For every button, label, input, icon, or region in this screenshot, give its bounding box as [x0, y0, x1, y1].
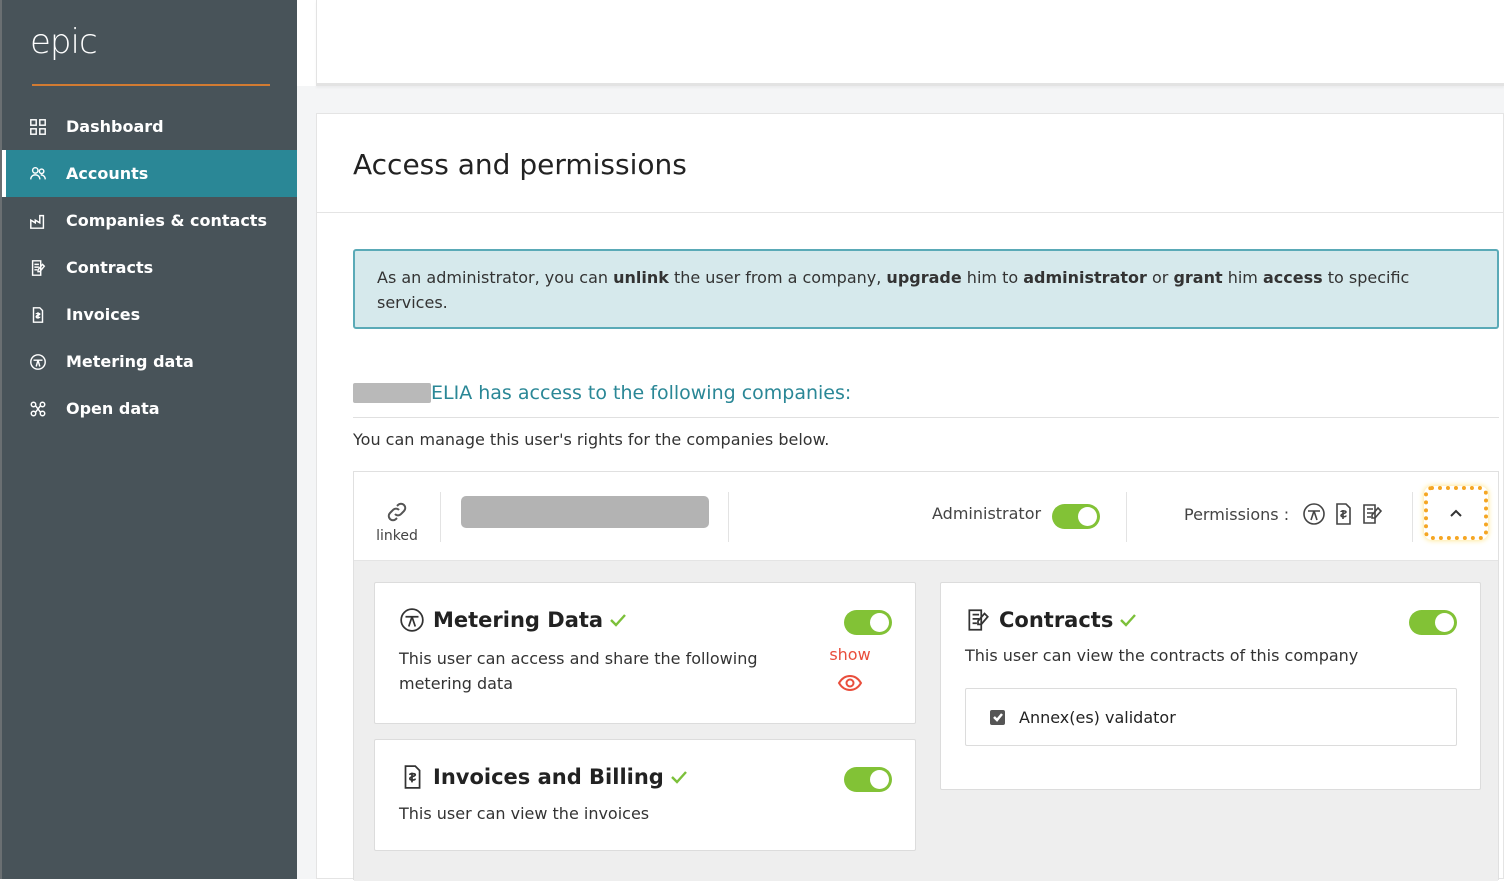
services-area: Metering Data This user can access and s…	[354, 561, 1498, 881]
page-title: Access and permissions	[353, 148, 687, 181]
info-keyword: unlink	[613, 268, 669, 287]
annex-label: Annex(es) validator	[1019, 707, 1176, 727]
contract-icon	[28, 258, 48, 278]
link-icon	[387, 502, 407, 522]
invoices-toggle[interactable]	[844, 767, 892, 792]
linked-status[interactable]: linked	[372, 500, 422, 544]
metering-toggle[interactable]	[844, 610, 892, 635]
sidebar-item-label: Open data	[66, 399, 160, 418]
sidebar-item-companies[interactable]: Companies & contacts	[2, 197, 299, 244]
sidebar-item-label: Metering data	[66, 352, 194, 371]
companies-heading-text: ELIA has access to the following compani…	[431, 382, 852, 404]
linked-label: linked	[376, 528, 418, 544]
header-separator	[1412, 492, 1413, 542]
show-button[interactable]: show	[825, 645, 875, 696]
service-title: Metering Data	[399, 607, 629, 633]
service-description: This user can view the contracts of this…	[965, 646, 1359, 665]
info-keyword: administrator	[1023, 268, 1147, 287]
network-icon	[28, 399, 48, 419]
service-title-text: Invoices and Billing	[433, 765, 664, 789]
eye-icon	[837, 674, 863, 692]
section-divider	[353, 417, 1499, 418]
permissions-card: Access and permissions As an administrat…	[316, 113, 1504, 881]
redacted-username	[353, 383, 431, 403]
info-text: or	[1146, 268, 1174, 287]
company-header: linked Administrator Permissions :	[354, 472, 1498, 561]
administrator-toggle[interactable]	[1052, 504, 1100, 529]
show-label: show	[829, 645, 871, 664]
info-text: the user from a company,	[668, 268, 887, 287]
sidebar-item-dashboard[interactable]: Dashboard	[2, 103, 299, 150]
annex-validator-option[interactable]: Annex(es) validator	[965, 688, 1457, 746]
sidebar-item-invoices[interactable]: Invoices	[2, 291, 299, 338]
sidebar-item-contracts[interactable]: Contracts	[2, 244, 299, 291]
service-description: This user can access and share the follo…	[399, 649, 758, 693]
check-icon	[1117, 609, 1139, 631]
redacted-company-name	[461, 496, 709, 528]
service-description: This user can view the invoices	[399, 804, 650, 823]
meter-icon	[399, 607, 425, 633]
sidebar-nav: Dashboard Accounts Companies & contacts …	[2, 103, 299, 432]
service-card-metering: Metering Data This user can access and s…	[374, 582, 916, 724]
meter-icon	[1303, 503, 1325, 525]
info-text: him to	[961, 268, 1024, 287]
contract-icon	[965, 607, 991, 633]
info-keyword: grant	[1173, 268, 1223, 287]
service-title-text: Contracts	[999, 608, 1114, 632]
users-icon	[28, 164, 48, 184]
logo[interactable]: epic	[30, 22, 98, 62]
sidebar: epic Dashboard Accounts Companies & cont…	[0, 0, 299, 879]
service-card-contracts: Contracts This user can view the contrac…	[940, 582, 1481, 790]
service-title-text: Metering Data	[433, 608, 604, 632]
invoice-icon	[1336, 503, 1351, 525]
logo-text: epic	[30, 22, 98, 62]
permission-icons	[1302, 502, 1384, 526]
info-text: him	[1222, 268, 1263, 287]
meter-icon	[28, 352, 48, 372]
sidebar-item-metering-data[interactable]: Metering data	[2, 338, 299, 385]
chevron-up-icon	[1450, 509, 1462, 517]
administrator-label: Administrator	[932, 504, 1042, 523]
contracts-toggle[interactable]	[1409, 610, 1457, 635]
top-bar	[316, 0, 1504, 86]
service-card-invoices: Invoices and Billing This user can view …	[374, 739, 916, 851]
sidebar-item-label: Invoices	[66, 305, 141, 324]
company-panel: linked Administrator Permissions : Meter…	[353, 471, 1499, 881]
invoice-icon	[28, 305, 48, 325]
sidebar-item-label: Accounts	[66, 164, 149, 183]
grid-icon	[28, 117, 48, 137]
sidebar-item-accounts[interactable]: Accounts	[2, 150, 299, 197]
check-icon	[607, 609, 629, 631]
sidebar-item-label: Companies & contacts	[66, 211, 267, 230]
info-text: As an administrator, you can	[377, 268, 614, 287]
sidebar-item-label: Contracts	[66, 258, 154, 277]
collapse-button[interactable]	[1424, 486, 1488, 540]
header-separator	[728, 492, 729, 542]
info-keyword: access	[1262, 268, 1323, 287]
factory-icon	[28, 211, 48, 231]
companies-heading: ELIA has access to the following compani…	[353, 382, 851, 404]
permissions-label: Permissions :	[1184, 505, 1290, 524]
info-banner: As an administrator, you can unlink the …	[353, 249, 1499, 329]
info-keyword: upgrade	[886, 268, 962, 287]
header-separator	[1126, 492, 1127, 542]
sidebar-item-open-data[interactable]: Open data	[2, 385, 299, 432]
service-title: Invoices and Billing	[399, 764, 690, 790]
contract-icon	[1363, 504, 1383, 524]
sidebar-item-label: Dashboard	[66, 117, 164, 136]
header-separator	[440, 492, 441, 542]
annex-checkbox[interactable]	[990, 709, 1005, 725]
title-divider	[317, 212, 1504, 213]
companies-subtitle: You can manage this user's rights for th…	[353, 430, 830, 449]
service-title: Contracts	[965, 607, 1139, 633]
logo-divider	[32, 84, 270, 86]
check-icon	[668, 766, 690, 788]
invoice-icon	[399, 764, 425, 790]
